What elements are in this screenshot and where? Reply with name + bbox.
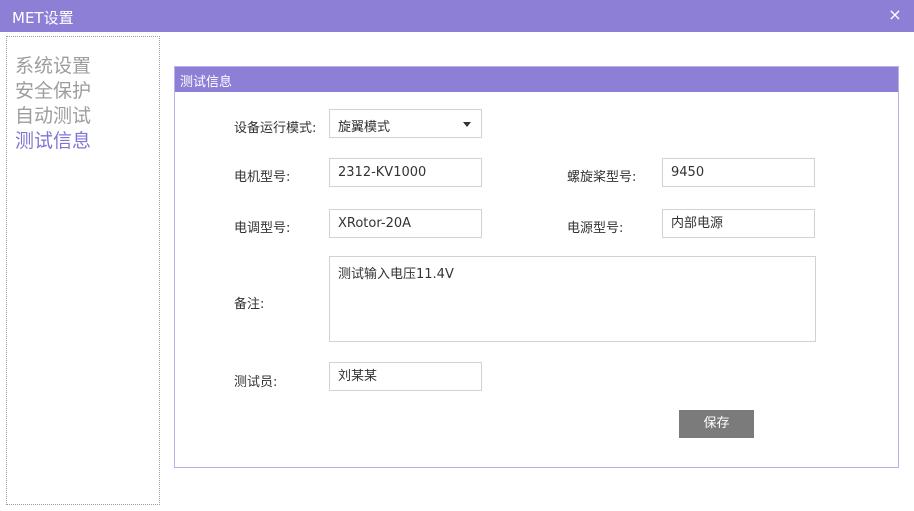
- remarks-textarea[interactable]: 测试输入电压11.4V: [329, 256, 816, 342]
- sidebar-item-safety-protection[interactable]: 安全保护: [15, 76, 91, 103]
- power-model-field[interactable]: 内部电源: [662, 209, 815, 238]
- window-title: MET设置: [12, 9, 74, 27]
- propeller-model-field[interactable]: 9450: [662, 158, 815, 187]
- power-model-label: 电源型号:: [567, 221, 624, 236]
- motor-model-label: 电机型号:: [234, 170, 291, 185]
- panel-header: 测试信息: [175, 67, 898, 92]
- esc-model-field[interactable]: XRotor-20A: [329, 209, 482, 238]
- title-bar: MET设置 ×: [0, 0, 914, 32]
- propeller-model-label: 螺旋桨型号:: [567, 170, 637, 185]
- sidebar-item-test-info[interactable]: 测试信息: [15, 126, 91, 153]
- tester-label: 测试员:: [234, 375, 278, 390]
- save-button[interactable]: 保存: [679, 410, 754, 438]
- run-mode-select[interactable]: 旋翼模式: [329, 109, 482, 138]
- remarks-label: 备注:: [234, 297, 265, 312]
- run-mode-value: 旋翼模式: [338, 120, 391, 135]
- esc-model-label: 电调型号:: [234, 221, 291, 236]
- run-mode-label: 设备运行模式:: [234, 121, 317, 136]
- sidebar: 系统设置 安全保护 自动测试 测试信息: [6, 36, 160, 505]
- close-icon[interactable]: ×: [886, 6, 904, 24]
- motor-model-field[interactable]: 2312-KV1000: [329, 158, 482, 187]
- sidebar-item-system-settings[interactable]: 系统设置: [15, 51, 91, 78]
- sidebar-item-auto-test[interactable]: 自动测试: [15, 101, 91, 128]
- chevron-down-icon: [463, 122, 471, 127]
- tester-field[interactable]: 刘某某: [329, 362, 482, 391]
- panel-title: 测试信息: [180, 75, 233, 90]
